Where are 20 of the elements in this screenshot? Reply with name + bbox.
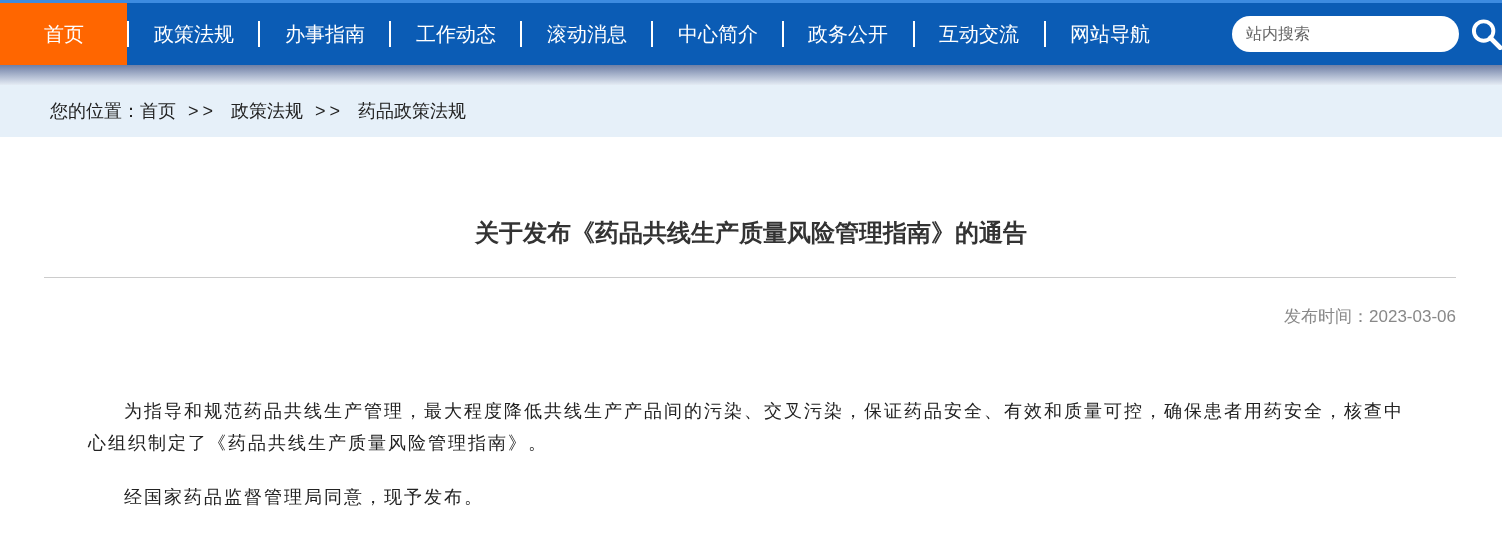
nav-tab[interactable]: 工作动态 bbox=[391, 3, 521, 65]
search-icon[interactable] bbox=[1470, 18, 1502, 50]
nav-tab[interactable]: 互动交流 bbox=[914, 3, 1044, 65]
nav-tab[interactable]: 政策法规 bbox=[129, 3, 259, 65]
breadcrumb-label: 您的位置： bbox=[50, 99, 140, 123]
nav-tab[interactable]: 中心简介 bbox=[653, 3, 783, 65]
article-title: 关于发布《药品共线生产质量风险管理指南》的通告 bbox=[474, 218, 1028, 248]
publish-date: 发布时间：2023-03-06 bbox=[1283, 306, 1456, 328]
search-field[interactable]: 站内搜索 bbox=[1231, 16, 1459, 52]
breadcrumb-link[interactable]: 首页 bbox=[140, 97, 176, 125]
breadcrumb-link[interactable]: 政策法规 bbox=[231, 97, 304, 125]
article-paragraph: 为指导和规范药品共线生产管理，最大程度降低共线生产产品间的污染、交叉污染，保证药品安全、有效和质量可控，确保患者用药安全，核查中心组织制定了《药品共线生产质量风险管理指南》。 bbox=[88, 399, 1405, 455]
breadcrumb-link[interactable]: 药品政策法规 bbox=[358, 97, 467, 125]
nav-tab[interactable]: 办事指南 bbox=[260, 3, 390, 65]
nav-tab[interactable]: 网站导航 bbox=[1045, 3, 1175, 65]
breadcrumb-separator: >> bbox=[188, 99, 218, 123]
nav-tab[interactable]: 政务公开 bbox=[784, 3, 913, 65]
breadcrumb-separator: >> bbox=[315, 99, 345, 123]
nav-tab[interactable]: 滚动消息 bbox=[522, 3, 652, 65]
article-paragraph: 经国家药品监督管理局同意，现予发布。 bbox=[123, 485, 485, 509]
